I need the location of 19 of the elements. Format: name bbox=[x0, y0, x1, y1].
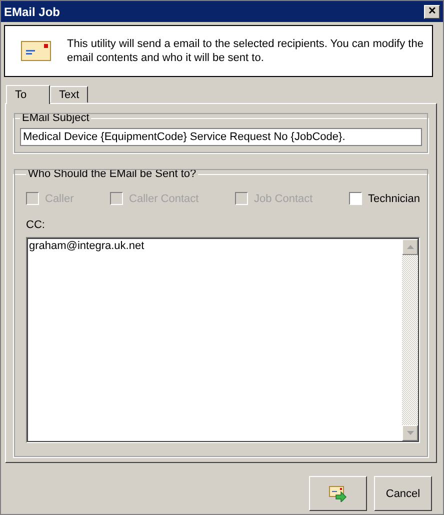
envelope-icon bbox=[21, 41, 51, 61]
close-button[interactable]: ✕ bbox=[424, 4, 440, 18]
description-text: This utility will send a email to the selected recipients. You can modify the email contents and who it will be sent to. bbox=[67, 37, 424, 65]
field-label: CC: bbox=[26, 219, 46, 231]
checkbox[interactable] bbox=[348, 192, 362, 205]
cc-field[interactable]: graham@integra.uk.net bbox=[26, 237, 420, 443]
down-arrow-icon bbox=[406, 431, 414, 435]
up-arrow-icon bbox=[406, 245, 414, 249]
scroll-up-button[interactable] bbox=[402, 239, 418, 255]
send-button[interactable] bbox=[309, 476, 367, 511]
subject-field[interactable]: Medical Device {EquipmentCode} Service Request No {JobCode}. bbox=[20, 128, 422, 146]
checkbox-label: Technician bbox=[368, 192, 420, 204]
scroll-down-button[interactable] bbox=[402, 425, 418, 441]
tab[interactable]: To bbox=[6, 85, 50, 104]
window-title: EMail Job bbox=[4, 4, 60, 18]
field-value: graham@integra.uk.net bbox=[28, 239, 146, 253]
cancel-button[interactable]: Cancel bbox=[374, 476, 432, 511]
tab[interactable]: Text bbox=[50, 86, 88, 103]
envelope-arrow-icon bbox=[329, 486, 347, 502]
